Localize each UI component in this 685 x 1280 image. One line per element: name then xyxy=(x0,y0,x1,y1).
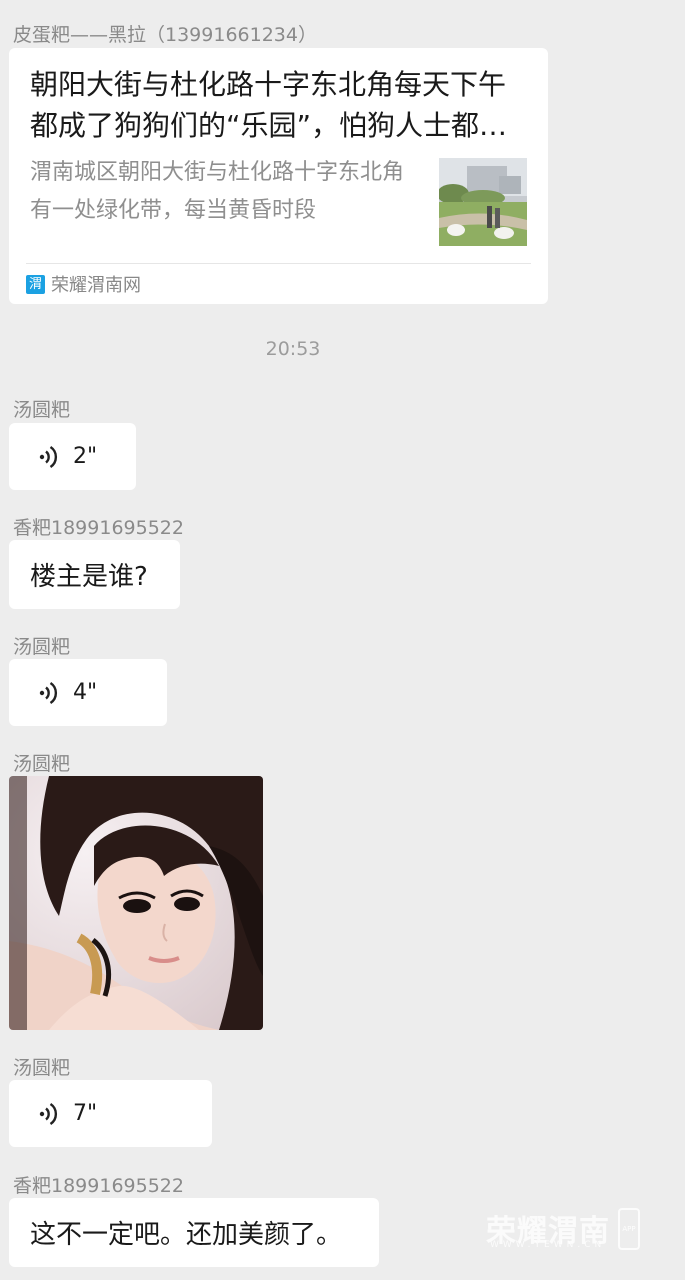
source-name: 荣耀渭南网 xyxy=(51,275,141,296)
link-card-source: 渭 荣耀渭南网 xyxy=(26,272,141,296)
phone-app-icon: APP xyxy=(618,1208,640,1250)
sender-name: 汤圆粑 xyxy=(13,753,71,775)
chat-timestamp: 20:53 xyxy=(265,338,321,360)
link-card-thumbnail xyxy=(439,158,527,246)
sender-name: 汤圆粑 xyxy=(13,636,71,658)
link-card-description: 渭南城区朝阳大街与杜化路十字东北角有一处绿化带，每当黄昏时段 xyxy=(30,160,405,223)
text-message[interactable]: 这不一定吧。还加美颜了。 xyxy=(9,1198,379,1267)
voice-wave-icon xyxy=(39,1102,57,1125)
watermark-subtext: WWW.YEWN.CN xyxy=(490,1240,606,1250)
message-text: 这不一定吧。还加美颜了。 xyxy=(30,1220,343,1250)
sender-name: 香粑18991695522 xyxy=(13,517,184,539)
voice-message[interactable]: 2" xyxy=(9,423,136,490)
message-text: 楼主是谁? xyxy=(30,562,148,592)
voice-duration: 4" xyxy=(73,680,98,705)
link-card[interactable]: 朝阳大街与杜化路十字东北角每天下午都成了狗狗们的“乐园”，怕狗人士都… 渭南城区… xyxy=(9,48,548,304)
card-divider xyxy=(26,263,531,264)
image-message[interactable] xyxy=(9,776,263,1030)
voice-message[interactable]: 7" xyxy=(9,1080,212,1147)
sender-name: 汤圆粑 xyxy=(13,399,71,421)
sender-name: 香粑18991695522 xyxy=(13,1175,184,1197)
sender-name: 汤圆粑 xyxy=(13,1057,71,1079)
watermark-logo: 荣耀渭南 WWW.YEWN.CN APP xyxy=(486,1206,646,1254)
text-message[interactable]: 楼主是谁? xyxy=(9,540,180,609)
voice-message[interactable]: 4" xyxy=(9,659,167,726)
voice-wave-icon xyxy=(39,681,57,704)
link-card-title: 朝阳大街与杜化路十字东北角每天下午都成了狗狗们的“乐园”，怕狗人士都… xyxy=(30,68,508,142)
source-app-icon: 渭 xyxy=(26,274,45,294)
voice-duration: 7" xyxy=(73,1101,98,1126)
voice-duration: 2" xyxy=(73,444,98,469)
voice-wave-icon xyxy=(39,445,57,468)
sender-name: 皮蛋粑——黑拉（13991661234） xyxy=(13,24,317,46)
